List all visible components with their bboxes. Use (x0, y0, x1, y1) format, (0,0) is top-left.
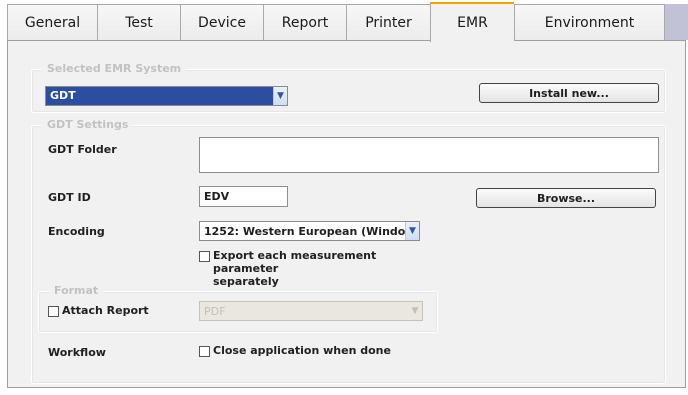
tab-emr[interactable]: EMR (430, 2, 514, 42)
export-separately-checkbox[interactable]: Export each measurement parameter separa… (199, 249, 429, 288)
gdt-folder-label: GDT Folder (48, 143, 117, 156)
close-when-done-checkbox[interactable]: Close application when done (199, 344, 391, 357)
chevron-down-icon: ▼ (405, 222, 419, 240)
export-label-line1: Export each measurement parameter (213, 249, 377, 275)
report-format-value: PDF (204, 304, 226, 318)
tab-environment[interactable]: Environment (514, 4, 665, 40)
gdt-folder-input[interactable] (199, 137, 659, 173)
browse-button[interactable]: Browse... (476, 188, 656, 208)
gdt-id-label: GDT ID (48, 191, 91, 204)
tab-label: General (24, 14, 81, 31)
tab-label: Device (198, 14, 246, 31)
tab-bar: General Test Device Report Printer EMR E… (0, 0, 688, 42)
selected-emr-legend: Selected EMR System (42, 62, 187, 75)
tab-label: Test (125, 14, 153, 31)
tab-test[interactable]: Test (97, 4, 180, 40)
gdt-id-input[interactable] (199, 186, 288, 207)
emr-system-select[interactable]: GDT ▼ (45, 86, 288, 106)
tab-device[interactable]: Device (180, 4, 263, 40)
checkbox-box[interactable] (199, 346, 210, 357)
emr-system-value: GDT (46, 87, 273, 105)
chevron-down-icon: ▼ (408, 302, 422, 320)
tab-label: EMR (457, 15, 488, 31)
tab-label: Report (281, 14, 329, 31)
tab-label: Environment (544, 14, 635, 31)
attach-report-label: Attach Report (62, 304, 149, 317)
tab-bar-filler (665, 4, 688, 40)
workflow-label: Workflow (48, 346, 106, 359)
format-legend: Format (49, 284, 104, 297)
install-new-button[interactable]: Install new... (479, 83, 659, 103)
encoding-value: 1252: Western European (Windows) (204, 224, 405, 238)
tab-report[interactable]: Report (263, 4, 346, 40)
close-when-done-label: Close application when done (213, 344, 391, 357)
gdt-settings-legend: GDT Settings (42, 118, 134, 131)
checkbox-box[interactable] (199, 251, 210, 262)
encoding-select[interactable]: 1252: Western European (Windows) ▼ (199, 221, 420, 241)
chevron-down-icon: ▼ (273, 87, 287, 105)
encoding-label: Encoding (48, 225, 105, 238)
export-separately-label: Export each measurement parameter separa… (213, 249, 429, 288)
checkbox-box[interactable] (48, 306, 59, 317)
tab-printer[interactable]: Printer (346, 4, 430, 40)
tab-general[interactable]: General (7, 4, 97, 40)
tab-label: Printer (365, 14, 412, 31)
emr-settings-panel: Selected EMR System GDT ▼ Install new...… (7, 40, 686, 388)
report-format-select: PDF ▼ (199, 301, 423, 321)
export-label-line2: separately (213, 275, 279, 288)
attach-report-checkbox[interactable]: Attach Report (48, 304, 149, 317)
